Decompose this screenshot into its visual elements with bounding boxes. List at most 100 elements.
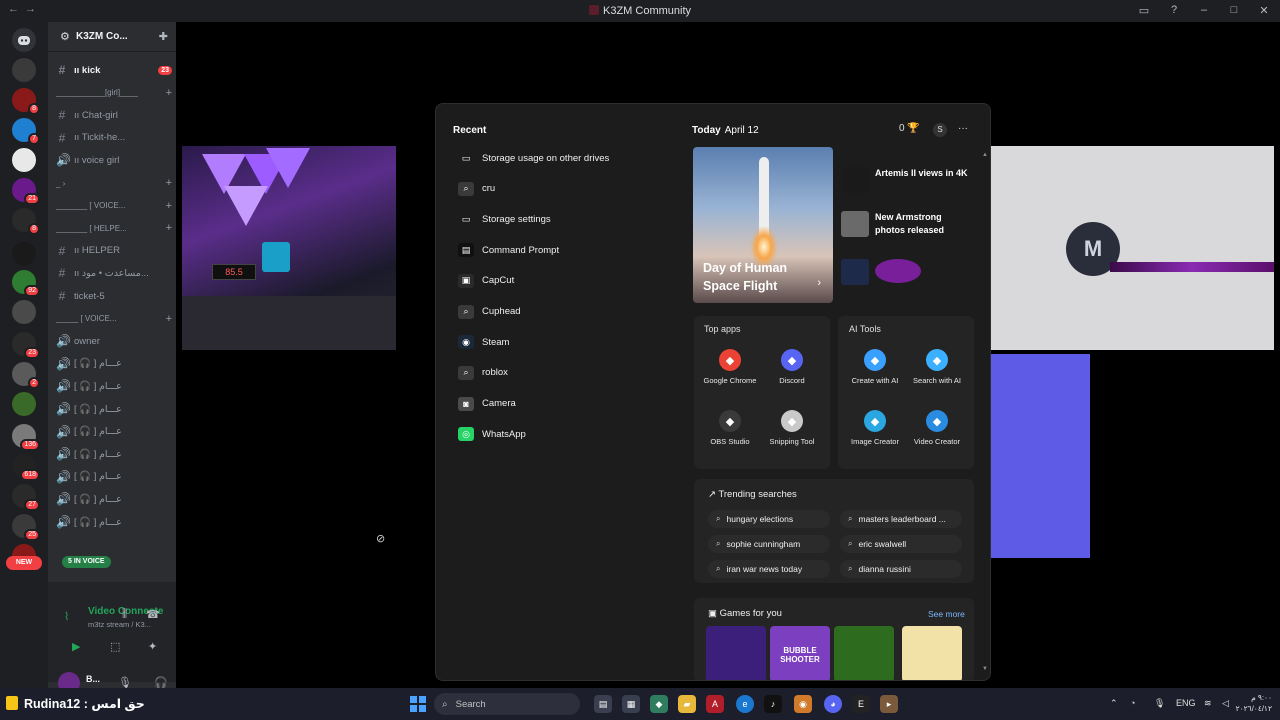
profile-avatar[interactable]: S: [933, 123, 947, 137]
game-tile-cat-game[interactable]: [902, 626, 962, 680]
app-icon[interactable]: A: [706, 695, 724, 713]
server-icon[interactable]: 27: [12, 484, 40, 511]
more-options-icon[interactable]: ···: [958, 123, 968, 134]
store-icon[interactable]: ▦: [622, 695, 640, 713]
wifi-icon[interactable]: ≋: [1204, 698, 1212, 709]
server-icon[interactable]: [12, 58, 36, 82]
recent-item[interactable]: ◉ Steam: [458, 332, 509, 352]
in-voice-pill[interactable]: 5 IN VOICE: [62, 556, 111, 568]
discord-icon[interactable]: ◕: [824, 695, 842, 713]
scroll-up-icon[interactable]: ▲: [982, 152, 988, 158]
server-icon[interactable]: 8: [12, 88, 40, 115]
server-icon[interactable]: 92: [12, 270, 40, 297]
text-channel[interactable]: # ıı Tickit-he...: [56, 128, 172, 148]
recent-item[interactable]: ▭ Storage usage on other drives: [458, 148, 610, 168]
game-tile-cut-the-rope[interactable]: [834, 626, 894, 680]
edge-icon[interactable]: e: [736, 695, 754, 713]
recent-item[interactable]: ▣ CapCut: [458, 271, 514, 291]
signal-icon[interactable]: ⌇: [64, 610, 69, 623]
game-tile-bubble-shooter[interactable]: BUBBLE SHOOTER: [770, 626, 830, 680]
server-icon[interactable]: 618: [12, 454, 40, 481]
category-header[interactable]: ___________[girl]____ +: [56, 83, 172, 103]
text-channel[interactable]: # ıı kick 23: [56, 60, 172, 80]
recent-item[interactable]: ⌕ cru: [458, 179, 495, 199]
voice-channel[interactable]: 🔊[ 🎧 ] عـــام: [56, 376, 172, 396]
video-tile-user[interactable]: [990, 354, 1090, 558]
text-channel[interactable]: # ıı مساعدت • مود...: [56, 263, 172, 283]
category-header[interactable]: _______ [ HELPE... +: [56, 218, 172, 238]
app-tile[interactable]: ◆ Google Chrome: [700, 349, 760, 385]
trending-chip[interactable]: ⌕ dianna russini: [840, 560, 962, 578]
app-icon[interactable]: ◉: [794, 695, 812, 713]
app-tile[interactable]: ◆ OBS Studio: [700, 410, 760, 446]
voice-channel[interactable]: 🔊[ 🎧 ] عـــام: [56, 489, 172, 509]
new-badge[interactable]: NEW: [6, 556, 42, 570]
category-header[interactable]: _ › +: [56, 173, 172, 193]
maximize-icon[interactable]: □: [1226, 4, 1242, 17]
news-item[interactable]: New Armstrong photos released: [841, 211, 973, 251]
voice-channel[interactable]: 🔊[ 🎧 ] عـــام: [56, 444, 172, 464]
server-icon[interactable]: [12, 242, 36, 266]
start-button-windows-icon[interactable]: [410, 696, 426, 712]
app-tile[interactable]: ◆ Create with AI: [845, 349, 905, 385]
app-tile[interactable]: ◆ Snipping Tool: [762, 410, 822, 446]
app-tile[interactable]: ◆ Search with AI: [907, 349, 967, 385]
voice-channel[interactable]: 🔊[ 🎧 ] عـــام: [56, 512, 172, 532]
app-tile[interactable]: ◆ Image Creator: [845, 410, 905, 446]
microphone-icon[interactable]: 🎙: [1154, 698, 1165, 709]
video-tile-stream[interactable]: 85.5: [182, 146, 396, 350]
noise-suppression-icon[interactable]: ⫼: [122, 608, 127, 621]
clock[interactable]: ٩:٠٠ م ٢٠٢٦/٠٤/١٢: [1236, 692, 1272, 714]
scroll-down-icon[interactable]: ▼: [982, 666, 988, 672]
file-explorer-icon[interactable]: ▰: [678, 695, 696, 713]
trending-chip[interactable]: ⌕ eric swalwell: [840, 535, 962, 553]
tiktok-icon[interactable]: ♪: [764, 695, 782, 713]
add-channel-icon[interactable]: +: [166, 222, 172, 234]
news-item[interactable]: [841, 259, 973, 285]
server-icon[interactable]: [12, 392, 36, 416]
invite-user-icon[interactable]: ✚: [159, 30, 168, 43]
add-channel-icon[interactable]: +: [166, 313, 172, 325]
voice-channel[interactable]: 🔊 ıı voice girl: [56, 150, 172, 170]
tray-chevron-up-icon[interactable]: ⌃: [1110, 698, 1118, 709]
trending-chip[interactable]: ⌕ sophie cunningham: [708, 535, 830, 553]
app-icon[interactable]: ▸: [880, 695, 898, 713]
epic-games-icon[interactable]: E: [852, 695, 870, 713]
server-icon[interactable]: 136: [12, 424, 40, 451]
recent-item[interactable]: ◎ WhatsApp: [458, 424, 526, 444]
network-icon[interactable]: ◔: [1130, 698, 1135, 708]
close-icon[interactable]: ✕: [1256, 4, 1272, 17]
trending-chip[interactable]: ⌕ masters leaderboard ...: [840, 510, 962, 528]
disconnect-icon[interactable]: ☎: [146, 608, 160, 621]
trending-chip[interactable]: ⌕ iran war news today: [708, 560, 830, 578]
server-icon[interactable]: [12, 300, 36, 324]
server-icon[interactable]: 21: [12, 178, 40, 205]
video-tile-k3zm[interactable]: M: [990, 146, 1274, 350]
server-icon[interactable]: 7: [12, 118, 40, 145]
see-more-link[interactable]: See more: [928, 609, 965, 619]
inbox-icon[interactable]: ▭: [1136, 4, 1152, 17]
text-channel[interactable]: # ıı HELPER: [56, 241, 172, 261]
text-channel[interactable]: # ıı Chat-girl: [56, 105, 172, 125]
server-icon[interactable]: 2: [12, 362, 40, 389]
voice-channel[interactable]: 🔊[ 🎧 ] عـــام: [56, 354, 172, 374]
text-channel[interactable]: # ticket-5: [56, 286, 172, 306]
news-item[interactable]: Artemis II views in 4K: [841, 167, 973, 207]
screen-share-icon[interactable]: ⬚: [110, 640, 120, 653]
voice-channel[interactable]: 🔊[ 🎧 ] عـــام: [56, 399, 172, 419]
server-icon[interactable]: [12, 148, 36, 172]
camera-icon[interactable]: ▶: [72, 640, 80, 653]
rewards-points[interactable]: 0 🏆: [899, 123, 920, 134]
server-settings-icon[interactable]: ⚙: [60, 30, 70, 43]
game-tile-game-1[interactable]: [706, 626, 766, 680]
add-channel-icon[interactable]: +: [166, 177, 172, 189]
volume-icon[interactable]: ◁: [1222, 698, 1229, 709]
category-header[interactable]: _____ [ VOICE... +: [56, 309, 172, 329]
app-icon[interactable]: ◆: [650, 695, 668, 713]
language-indicator[interactable]: ENG: [1176, 698, 1196, 708]
taskbar-search[interactable]: ⌕ Search: [434, 693, 580, 715]
recent-item[interactable]: ▤ Command Prompt: [458, 240, 559, 260]
voice-channel[interactable]: 🔊 owner: [56, 331, 172, 351]
server-icon[interactable]: 25: [12, 514, 40, 541]
news-ticker[interactable]: Rudina12 : حق امس: [6, 696, 145, 711]
